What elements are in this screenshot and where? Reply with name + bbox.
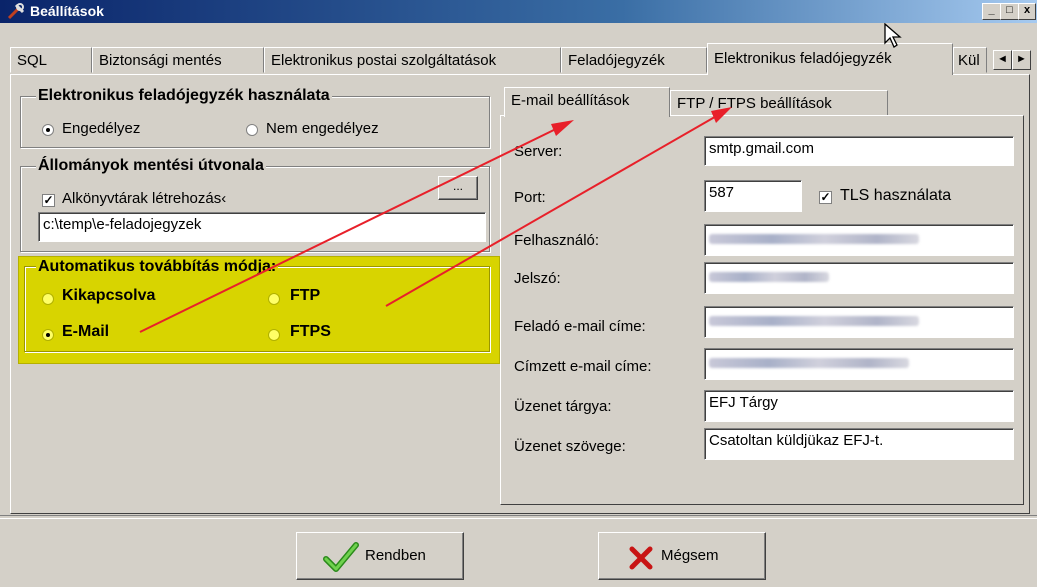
blurred-value bbox=[709, 358, 909, 368]
tab-email-settings[interactable]: E-mail beállítások bbox=[504, 87, 670, 117]
tools-icon bbox=[7, 3, 25, 20]
sender-input[interactable] bbox=[704, 306, 1014, 338]
ok-button-label: Rendben bbox=[365, 547, 426, 564]
browse-button[interactable]: ... bbox=[438, 176, 478, 200]
forward-off-radio[interactable] bbox=[42, 293, 54, 305]
sender-label: Feladó e-mail címe: bbox=[514, 318, 646, 335]
path-input[interactable]: c:\temp\e-feladojegyzek bbox=[38, 212, 486, 242]
cancel-x-icon bbox=[629, 546, 653, 570]
cancel-button[interactable]: Mégsem bbox=[598, 532, 766, 580]
close-button[interactable]: x bbox=[1018, 3, 1036, 20]
tab-truncated[interactable]: Kül bbox=[953, 47, 987, 73]
tls-label[interactable]: TLS használata bbox=[840, 187, 951, 205]
body-input[interactable]: Csatoltan küldjükaz EFJ-t. bbox=[704, 428, 1014, 460]
tab-sql[interactable]: SQL bbox=[10, 47, 92, 73]
usage-group-title: Elektronikus feladójegyzék használata bbox=[36, 87, 332, 105]
tab-backup[interactable]: Biztonsági mentés bbox=[92, 47, 264, 73]
tab-dispatch-list[interactable]: Feladójegyzék bbox=[561, 47, 707, 73]
forward-group-title: Automatikus továbbítás módja: bbox=[36, 258, 279, 276]
enable-radio[interactable] bbox=[42, 124, 54, 136]
user-label: Felhasználó: bbox=[514, 232, 600, 249]
port-label: Port: bbox=[514, 189, 546, 206]
minimize-button[interactable]: _ bbox=[982, 3, 1001, 20]
disable-radio-label[interactable]: Nem engedélyez bbox=[266, 120, 379, 137]
disable-radio[interactable] bbox=[246, 124, 258, 136]
recipient-input[interactable] bbox=[704, 348, 1014, 380]
blurred-value bbox=[709, 234, 919, 244]
checkmark-icon bbox=[323, 542, 359, 572]
tab-postal-services[interactable]: Elektronikus postai szolgáltatások bbox=[264, 47, 561, 73]
tls-checkbox[interactable]: ✓ bbox=[819, 191, 832, 204]
password-input[interactable] bbox=[704, 262, 1014, 294]
body-label: Üzenet szövege: bbox=[514, 438, 626, 455]
subdirs-label[interactable]: Alkönyvtárak létrehozás‹ bbox=[62, 190, 274, 207]
subject-label: Üzenet tárgya: bbox=[514, 398, 612, 415]
title-bar bbox=[0, 0, 1037, 23]
password-label: Jelszó: bbox=[514, 270, 561, 287]
cancel-button-label: Mégsem bbox=[661, 547, 719, 564]
subject-input[interactable]: EFJ Tárgy bbox=[704, 390, 1014, 422]
enable-radio-label[interactable]: Engedélyez bbox=[62, 120, 140, 137]
tab-electronic-dispatch-list[interactable]: Elektronikus feladójegyzék bbox=[707, 43, 953, 75]
forward-email-radio[interactable] bbox=[42, 329, 54, 341]
ok-button[interactable]: Rendben bbox=[296, 532, 464, 580]
window-title: Beállítások bbox=[30, 3, 104, 19]
maximize-button[interactable]: □ bbox=[1000, 3, 1019, 20]
forward-ftps-label[interactable]: FTPS bbox=[290, 323, 331, 341]
forward-ftp-radio[interactable] bbox=[268, 293, 280, 305]
forward-ftp-label[interactable]: FTP bbox=[290, 287, 320, 305]
tab-ftp-settings[interactable]: FTP / FTPS beállítások bbox=[670, 90, 888, 117]
recipient-label: Címzett e-mail címe: bbox=[514, 358, 652, 375]
blurred-value bbox=[709, 316, 919, 326]
port-input[interactable]: 587 bbox=[704, 180, 802, 212]
server-label: Server: bbox=[514, 143, 563, 160]
tab-scroll-right-button[interactable]: ► bbox=[1012, 50, 1031, 70]
subdirs-checkbox[interactable]: ✓ bbox=[42, 194, 55, 207]
forward-ftps-radio[interactable] bbox=[268, 329, 280, 341]
blurred-value bbox=[709, 272, 829, 282]
user-input[interactable] bbox=[704, 224, 1014, 256]
server-input[interactable]: smtp.gmail.com bbox=[704, 136, 1014, 166]
forward-email-label[interactable]: E-Mail bbox=[62, 323, 109, 341]
forward-off-label[interactable]: Kikapcsolva bbox=[62, 287, 155, 305]
path-group-title: Állományok mentési útvonala bbox=[36, 157, 266, 175]
mouse-cursor-icon bbox=[884, 23, 902, 48]
bottom-divider bbox=[0, 515, 1037, 519]
tab-scroll-left-button[interactable]: ◄ bbox=[993, 50, 1012, 70]
